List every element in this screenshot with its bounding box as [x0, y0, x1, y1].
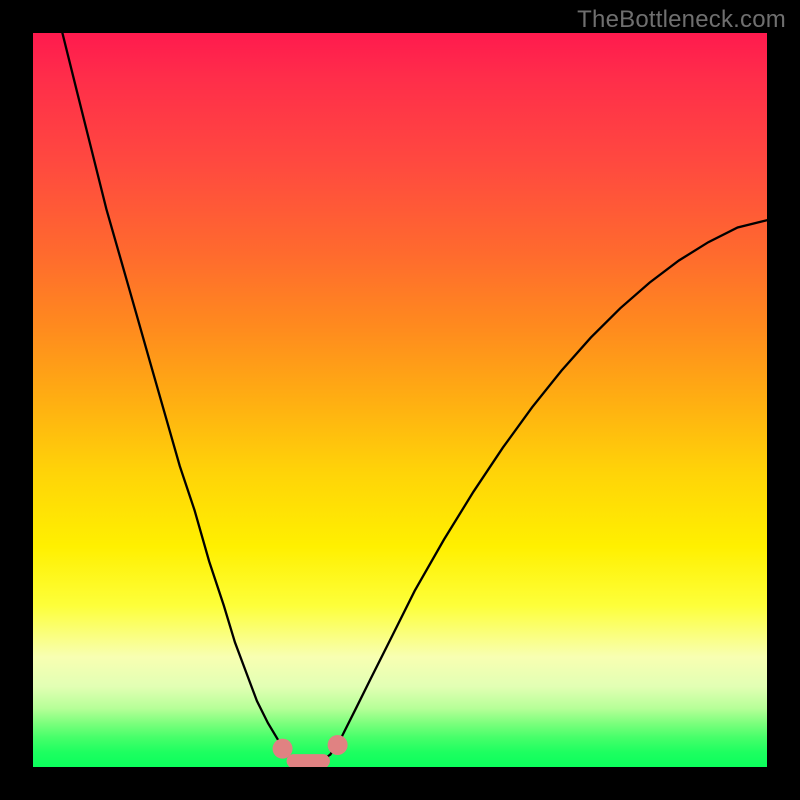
plot-area — [33, 33, 767, 767]
marker-left — [273, 739, 293, 759]
chart-frame: TheBottleneck.com — [0, 0, 800, 800]
marker-right — [328, 735, 348, 755]
attribution-label: TheBottleneck.com — [577, 6, 786, 34]
curve-layer — [33, 33, 767, 767]
left-curve — [62, 33, 290, 758]
right-curve — [330, 220, 767, 754]
